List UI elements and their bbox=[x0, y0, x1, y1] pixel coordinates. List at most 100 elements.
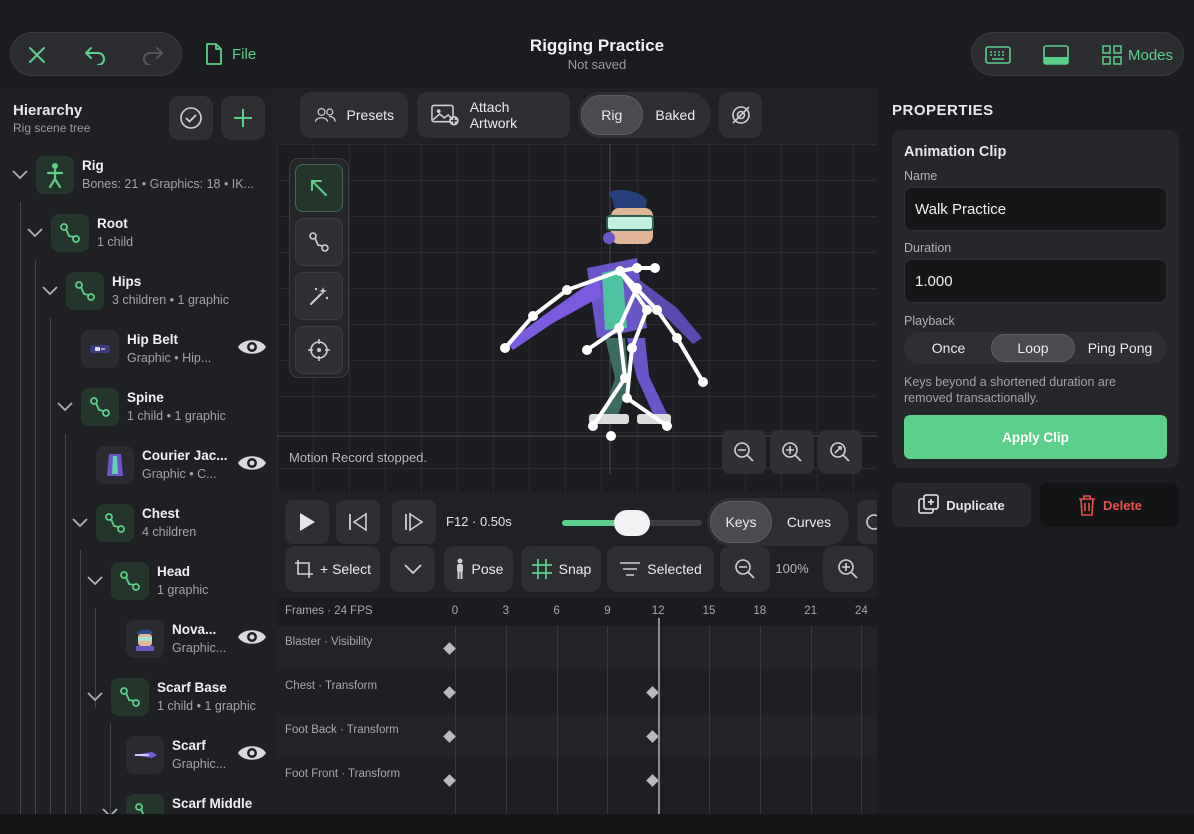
curves-tab[interactable]: Curves bbox=[772, 501, 846, 543]
pose-button[interactable]: Pose bbox=[444, 546, 513, 592]
track-row[interactable]: Foot Front · Transform bbox=[277, 758, 877, 802]
rig-baked-toggle: Rig Baked bbox=[578, 92, 711, 138]
track-row[interactable]: Foot Back · Transform bbox=[277, 714, 877, 758]
baked-tab[interactable]: Baked bbox=[643, 95, 708, 135]
tree-node-hip-belt[interactable]: Hip Belt Graphic • Hip... bbox=[0, 324, 277, 382]
magic-wand-icon[interactable] bbox=[295, 272, 343, 320]
node-name: Rig bbox=[82, 158, 104, 173]
more-options-icon[interactable] bbox=[857, 500, 879, 544]
zoom-fit-icon[interactable] bbox=[818, 430, 862, 474]
eye-icon[interactable] bbox=[237, 336, 267, 363]
snap-button[interactable]: Snap bbox=[521, 546, 601, 592]
people-icon bbox=[314, 108, 336, 122]
step-back-icon[interactable] bbox=[336, 500, 380, 544]
figure-icon bbox=[456, 558, 463, 579]
selected-label: Selected bbox=[647, 561, 702, 577]
stage-canvas[interactable]: Motion Record stopped. bbox=[277, 144, 877, 492]
frame-tick-label: 0 bbox=[451, 605, 459, 617]
track-label: Foot Back · Transform bbox=[285, 724, 399, 736]
graphic-thumbnail bbox=[126, 736, 164, 774]
node-meta: 1 child bbox=[97, 235, 134, 249]
scrub-thumb[interactable] bbox=[614, 510, 650, 536]
node-meta: Graphic • Hip... bbox=[127, 351, 212, 365]
crosshair-icon[interactable] bbox=[295, 326, 343, 374]
bone-tool-icon[interactable] bbox=[295, 218, 343, 266]
hierarchy-title: Hierarchy bbox=[13, 102, 83, 119]
status-message: Motion Record stopped. bbox=[289, 450, 428, 465]
eye-icon[interactable] bbox=[237, 742, 267, 769]
tree-node-spine[interactable]: Spine 1 child • 1 graphic bbox=[0, 382, 277, 440]
timeline[interactable]: Frames · 24 FPS 0 3 6 9 12 15 18 21 24 Blaster ·… bbox=[277, 598, 877, 814]
modes-button[interactable]: Modes bbox=[1102, 37, 1173, 73]
modes-label: Modes bbox=[1128, 46, 1174, 64]
figure-icon bbox=[36, 156, 74, 194]
eye-icon[interactable] bbox=[237, 452, 267, 479]
timeline-zoom-out-icon[interactable] bbox=[720, 546, 770, 592]
duration-input[interactable]: 1.000 bbox=[904, 259, 1167, 303]
tree-node-chest[interactable]: Chest 4 children bbox=[0, 498, 277, 556]
select-mode-dropdown[interactable] bbox=[390, 546, 435, 592]
rig-tab[interactable]: Rig bbox=[581, 95, 643, 135]
tree-node-rig[interactable]: Rig Bones: 21 • Graphics: 18 • IK... bbox=[0, 150, 277, 208]
tree-node-scarf[interactable]: Scarf Graphic... bbox=[0, 730, 277, 788]
view-pill: Modes bbox=[971, 32, 1184, 76]
tree-node-hips[interactable]: Hips 3 children • 1 graphic bbox=[0, 266, 277, 324]
chevron-down-icon[interactable] bbox=[25, 222, 45, 242]
select-label: + Select bbox=[320, 561, 371, 577]
play-icon[interactable] bbox=[285, 500, 329, 544]
panel-toggle-icon[interactable] bbox=[1038, 37, 1074, 73]
presets-button[interactable]: Presets bbox=[300, 92, 408, 138]
clip-name-input[interactable]: Walk Practice bbox=[904, 187, 1167, 231]
node-name: Chest bbox=[142, 506, 180, 521]
animation-clip-card: Animation Clip Name Walk Practice Durati… bbox=[892, 130, 1179, 468]
eye-icon[interactable] bbox=[237, 626, 267, 653]
playback-once[interactable]: Once bbox=[906, 334, 991, 362]
chevron-down-icon[interactable] bbox=[85, 686, 105, 706]
select-tool-arrow-icon[interactable] bbox=[295, 164, 343, 212]
playhead[interactable] bbox=[658, 618, 661, 814]
frame-tick-label: 24 bbox=[854, 605, 868, 617]
attach-artwork-button[interactable]: Attach Artwork bbox=[417, 92, 570, 138]
image-add-icon bbox=[431, 104, 459, 126]
chevron-down-icon[interactable] bbox=[40, 280, 60, 300]
select-button[interactable]: + Select bbox=[285, 546, 380, 592]
chevron-down-icon[interactable] bbox=[85, 570, 105, 590]
node-meta: Graphic... bbox=[172, 757, 227, 771]
keys-tab[interactable]: Keys bbox=[710, 501, 772, 543]
keyboard-icon[interactable] bbox=[980, 37, 1016, 73]
tree-node-head[interactable]: Head 1 graphic bbox=[0, 556, 277, 614]
tree-node-root[interactable]: Root 1 child bbox=[0, 208, 277, 266]
step-forward-icon[interactable] bbox=[392, 500, 436, 544]
grid-snap-icon bbox=[531, 559, 552, 579]
delete-button[interactable]: Delete bbox=[1040, 483, 1179, 527]
duration-note: Keys beyond a shortened duration are rem… bbox=[904, 375, 1116, 405]
tree-node-scarf-middle[interactable]: Scarf Middle bbox=[0, 788, 277, 814]
timeline-fps-label: Frames · 24 FPS bbox=[285, 605, 373, 617]
tree-node-courier-jacket[interactable]: Courier Jac... Graphic • C... bbox=[0, 440, 277, 498]
playback-loop[interactable]: Loop bbox=[991, 334, 1075, 362]
timeline-zoom-in-icon[interactable] bbox=[823, 546, 873, 592]
confirm-button[interactable] bbox=[169, 96, 213, 140]
duplicate-button[interactable]: Duplicate bbox=[892, 483, 1031, 527]
apply-clip-button[interactable]: Apply Clip bbox=[904, 415, 1167, 459]
chevron-down-icon[interactable] bbox=[100, 802, 120, 814]
chevron-down-icon[interactable] bbox=[55, 396, 75, 416]
chevron-down-icon[interactable] bbox=[10, 164, 30, 184]
frame-tick-label: 21 bbox=[804, 605, 817, 617]
scrub-slider[interactable] bbox=[562, 510, 702, 536]
chevron-down-icon[interactable] bbox=[70, 512, 90, 532]
playback-ping-pong[interactable]: Ping Pong bbox=[1075, 334, 1165, 362]
track-row[interactable]: Blaster · Visibility bbox=[277, 626, 877, 670]
zoom-in-icon[interactable] bbox=[770, 430, 814, 474]
bone-icon bbox=[96, 504, 134, 542]
tree-node-scarf-base[interactable]: Scarf Base 1 child • 1 graphic bbox=[0, 672, 277, 730]
check-circle-icon bbox=[180, 107, 202, 129]
add-node-button[interactable] bbox=[221, 96, 265, 140]
onion-skin-button[interactable] bbox=[719, 92, 762, 138]
node-meta: Graphic... bbox=[172, 641, 227, 655]
selected-filter-button[interactable]: Selected bbox=[607, 546, 714, 592]
node-name: Courier Jac... bbox=[142, 448, 228, 463]
track-row[interactable]: Chest · Transform bbox=[277, 670, 877, 714]
tree-node-nova[interactable]: Nova... Graphic... bbox=[0, 614, 277, 672]
zoom-out-icon[interactable] bbox=[722, 430, 766, 474]
